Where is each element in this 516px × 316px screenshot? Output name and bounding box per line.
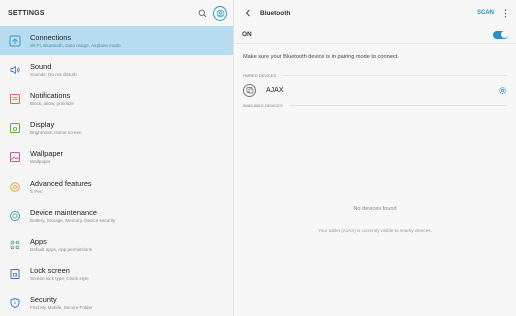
item-sub: Sounds, Do not disturb: [30, 71, 77, 77]
item-label: Sound: [30, 61, 52, 71]
available-devices-label: AVAILABLE DEVICES: [243, 102, 283, 108]
bluetooth-title: Bluetooth: [260, 9, 291, 17]
item-sub: Block, allow, prioritize: [30, 100, 74, 106]
item-label: Apps: [30, 236, 47, 246]
back-icon[interactable]: [242, 7, 254, 19]
settings-item-apps[interactable]: Apps Default apps, App permissions: [0, 230, 233, 259]
settings-item-device-maintenance[interactable]: Device maintenance Battery, Storage, Memo…: [0, 201, 233, 230]
item-label: Notifications: [30, 90, 71, 100]
available-devices-header: AVAILABLE DEVICES: [234, 100, 516, 110]
display-icon: [8, 122, 21, 135]
bluetooth-state: ON: [242, 31, 252, 38]
item-sub: Wallpaper: [30, 159, 51, 165]
item-sub: Find My Mobile, Secure Folder: [30, 305, 93, 311]
item-sub: Brightness, Home screen: [30, 130, 82, 136]
settings-item-lock-screen[interactable]: Lock screen Screen lock type, Clock style: [0, 260, 233, 289]
settings-item-advanced-features[interactable]: Advanced features S Pen: [0, 172, 233, 201]
bluetooth-header: Bluetooth SCAN: [234, 0, 516, 26]
gear-icon[interactable]: [498, 86, 507, 95]
settings-item-display[interactable]: Display Brightness, Home screen: [0, 114, 233, 143]
wallpaper-icon: [8, 151, 21, 164]
item-label: Connections: [30, 32, 72, 42]
account-icon[interactable]: [213, 5, 227, 21]
bluetooth-toggle[interactable]: [493, 30, 508, 39]
item-label: Wallpaper: [30, 149, 63, 159]
settings-item-sound[interactable]: Sound Sounds, Do not disturb: [0, 55, 233, 84]
device-maintenance-icon: [8, 209, 21, 222]
item-sub: Default apps, App permissions: [30, 246, 93, 252]
search-icon[interactable]: [195, 6, 209, 20]
pairing-hint: Make sure your Bluetooth device is in pa…: [243, 54, 399, 60]
settings-header: SETTINGS: [0, 0, 233, 26]
bluetooth-panel: Bluetooth SCAN ON Make sure your Bluetoo…: [234, 0, 516, 316]
advanced-features-icon: [8, 180, 21, 193]
paired-device-name: AJAX: [266, 86, 284, 94]
paired-devices-label: PAIRED DEVICES: [243, 72, 277, 78]
tablet-icon: [243, 83, 256, 97]
item-sub: Screen lock type, Clock style: [30, 276, 89, 282]
item-sub: S Pen: [30, 188, 43, 194]
settings-item-connections[interactable]: Connections Wi-Fi, Bluetooth, Data usage,…: [0, 26, 233, 56]
item-sub: Battery, Storage, Memory, Device securit…: [30, 217, 116, 223]
settings-list: Connections Wi-Fi, Bluetooth, Data usage,…: [0, 26, 233, 316]
item-label: Display: [30, 120, 55, 130]
security-icon: [8, 297, 21, 310]
item-sub: Wi-Fi, Bluetooth, Data usage, Airplane m…: [30, 42, 121, 48]
settings-item-notifications[interactable]: Notifications Block, allow, prioritize: [0, 84, 233, 113]
visibility-message: Your tablet (AJAX) is currently visible …: [318, 228, 432, 233]
settings-item-security[interactable]: Security Find My Mobile, Secure Folder: [0, 289, 233, 316]
item-label: Security: [30, 295, 57, 305]
sound-icon: [8, 63, 21, 76]
apps-icon: [8, 238, 21, 251]
settings-title: SETTINGS: [8, 9, 45, 17]
paired-device-row[interactable]: AJAX: [234, 80, 516, 100]
paired-devices-header: PAIRED DEVICES: [234, 70, 516, 80]
connections-icon: [8, 34, 21, 47]
lock-screen-icon: [8, 268, 21, 281]
item-label: Lock screen: [30, 266, 70, 276]
item-label: Advanced features: [30, 178, 92, 188]
item-label: Device maintenance: [30, 207, 97, 217]
scan-button[interactable]: SCAN: [477, 10, 494, 16]
notifications-icon: [8, 92, 21, 105]
settings-panel: SETTINGS Connections Wi-Fi, Bluetooth, Da…: [0, 0, 234, 316]
bluetooth-toggle-row[interactable]: ON: [234, 26, 516, 44]
no-devices-message: No devices found: [353, 206, 397, 212]
more-options-icon[interactable]: [502, 7, 508, 19]
settings-item-wallpaper[interactable]: Wallpaper Wallpaper: [0, 143, 233, 172]
